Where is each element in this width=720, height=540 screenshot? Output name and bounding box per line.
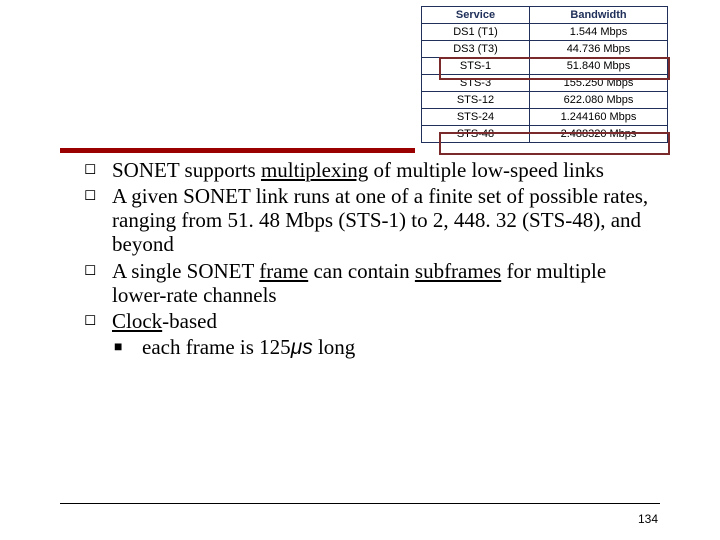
- table-row: STS-3155.250 Mbps: [422, 75, 668, 92]
- bullet-item: ◻ A single SONET frame can contain subfr…: [84, 259, 654, 307]
- table-header-row: Service Bandwidth: [422, 7, 668, 24]
- table-row: STS-151.840 Mbps: [422, 58, 668, 75]
- text-underlined: subframes: [415, 259, 501, 283]
- cell: STS-24: [422, 109, 530, 126]
- text: -based: [162, 309, 217, 333]
- cell: STS-3: [422, 75, 530, 92]
- table-row: STS-482.488320 Mbps: [422, 126, 668, 143]
- bullet-item: ◻ SONET supports multiplexing of multipl…: [84, 158, 654, 182]
- text: long: [313, 335, 356, 359]
- bullet-square-icon: ◻: [84, 261, 96, 278]
- cell: 51.840 Mbps: [530, 58, 668, 75]
- table-row: DS3 (T3)44.736 Mbps: [422, 41, 668, 58]
- text: A single SONET: [112, 259, 259, 283]
- cell: 1.544 Mbps: [530, 24, 668, 41]
- bullet-item: ◻ Clock-based: [84, 309, 654, 333]
- cell: DS1 (T1): [422, 24, 530, 41]
- text-underlined: Clock: [112, 309, 162, 333]
- bullet-square-icon: ◻: [84, 160, 96, 177]
- cell: STS-48: [422, 126, 530, 143]
- cell: 622.080 Mbps: [530, 92, 668, 109]
- bullet-square-icon: ◻: [84, 186, 96, 203]
- text-underlined: multiplexing: [261, 158, 368, 182]
- table-row: STS-241.244160 Mbps: [422, 109, 668, 126]
- col-service: Service: [422, 7, 530, 24]
- bullet-square-icon: ◻: [84, 311, 96, 328]
- cell: DS3 (T3): [422, 41, 530, 58]
- table-row: DS1 (T1)1.544 Mbps: [422, 24, 668, 41]
- text-mu: μs: [291, 336, 313, 359]
- bandwidth-table: Service Bandwidth DS1 (T1)1.544 Mbps DS3…: [421, 6, 668, 143]
- text: A given SONET link runs at one of a fini…: [112, 184, 648, 256]
- table-row: STS-12622.080 Mbps: [422, 92, 668, 109]
- cell: 155.250 Mbps: [530, 75, 668, 92]
- cell: STS-1: [422, 58, 530, 75]
- cell: 1.244160 Mbps: [530, 109, 668, 126]
- title-rule: [60, 148, 415, 153]
- cell: 44.736 Mbps: [530, 41, 668, 58]
- bullet-list: ◻ SONET supports multiplexing of multipl…: [84, 158, 654, 362]
- page-number: 134: [638, 512, 658, 526]
- text: each frame is 125: [142, 335, 291, 359]
- text-underlined: frame: [259, 259, 308, 283]
- footer-rule: [60, 503, 660, 504]
- cell: STS-12: [422, 92, 530, 109]
- bullet-filled-square-icon: ■: [114, 338, 122, 354]
- sub-bullet-item: ■ each frame is 125μs long: [84, 335, 654, 360]
- col-bandwidth: Bandwidth: [530, 7, 668, 24]
- slide: Service Bandwidth DS1 (T1)1.544 Mbps DS3…: [0, 0, 720, 540]
- text: SONET supports: [112, 158, 261, 182]
- bullet-item: ◻ A given SONET link runs at one of a fi…: [84, 184, 654, 256]
- text: of multiple low-speed links: [368, 158, 604, 182]
- text: can contain: [308, 259, 415, 283]
- cell: 2.488320 Mbps: [530, 126, 668, 143]
